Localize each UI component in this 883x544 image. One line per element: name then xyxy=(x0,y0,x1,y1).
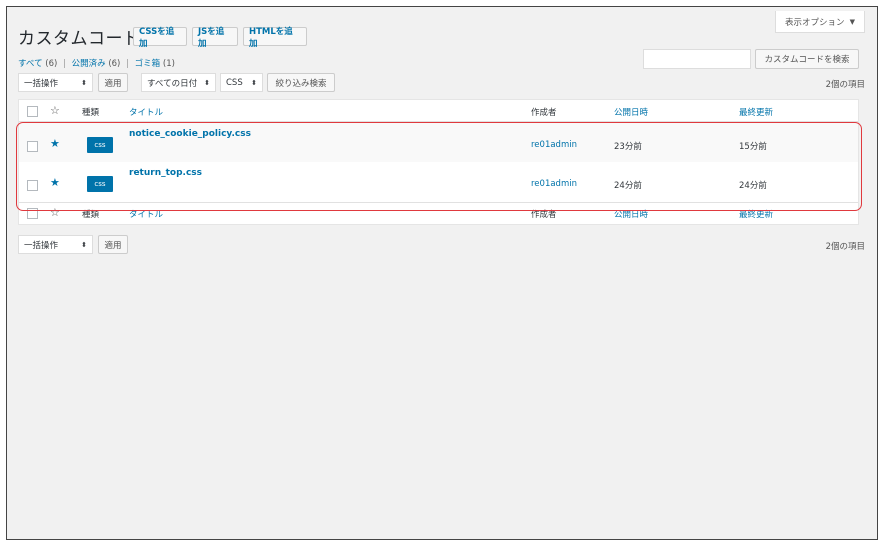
filter-published-count: (6) xyxy=(108,59,121,69)
column-modified[interactable]: 最終更新 xyxy=(739,106,773,118)
css-type-badge: css xyxy=(87,176,113,192)
type-filter-value: CSS xyxy=(226,77,243,88)
column-author: 作成者 xyxy=(531,210,557,220)
column-date[interactable]: 公開日時 xyxy=(614,208,648,220)
status-filter-links: すべて (6) | 公開済み (6) | ゴミ箱 (1) xyxy=(18,57,175,69)
code-title-link[interactable]: return_top.css xyxy=(129,168,202,178)
published-date: 24分前 xyxy=(614,181,642,191)
apply-button-bottom[interactable]: 適用 xyxy=(98,235,128,254)
bulk-action-select-top[interactable]: 一括操作 ⬍ xyxy=(18,73,93,92)
table-footer-row: ☆ 種類 タイトル 作成者 公開日時 最終更新 xyxy=(19,202,858,224)
admin-content: カスタムコード CSSを追加 JSを追加 HTMLを追加 表示オプション ▼ す… xyxy=(6,6,878,540)
type-filter-select[interactable]: CSS ⬍ xyxy=(220,73,263,92)
select-all-checkbox[interactable] xyxy=(27,208,38,219)
filter-trash-link[interactable]: ゴミ箱 xyxy=(135,59,161,69)
filter-trash-count: (1) xyxy=(162,59,175,69)
select-arrows-icon: ⬍ xyxy=(81,78,87,87)
filter-separator: | xyxy=(63,59,66,69)
select-arrows-icon: ⬍ xyxy=(251,78,257,87)
star-outline-icon[interactable]: ☆ xyxy=(50,207,60,218)
row-checkbox[interactable] xyxy=(27,180,38,191)
css-type-badge: css xyxy=(87,137,113,153)
date-filter-select[interactable]: すべての日付 ⬍ xyxy=(141,73,216,92)
add-html-button[interactable]: HTMLを追加 xyxy=(243,27,307,49)
select-all-checkbox[interactable] xyxy=(27,106,38,117)
column-modified[interactable]: 最終更新 xyxy=(739,208,773,220)
star-filled-icon[interactable]: ★ xyxy=(50,177,60,188)
star-outline-icon[interactable]: ☆ xyxy=(50,105,60,116)
published-date: 23分前 xyxy=(614,142,642,152)
search-input[interactable] xyxy=(643,49,751,69)
column-type: 種類 xyxy=(82,108,100,118)
add-js-button[interactable]: JSを追加 xyxy=(192,27,238,49)
filter-all-count: (6) xyxy=(45,59,58,69)
screen-options-button[interactable]: 表示オプション ▼ xyxy=(775,11,865,33)
date-filter-value: すべての日付 xyxy=(147,78,198,89)
items-count-top: 2個の項目 xyxy=(825,80,865,90)
column-author: 作成者 xyxy=(531,108,557,118)
bulk-action-value: 一括操作 xyxy=(24,78,59,89)
modified-date: 24分前 xyxy=(739,181,767,191)
custom-code-table: ☆ 種類 タイトル 作成者 公開日時 最終更新 ★ css notice_coo… xyxy=(18,99,859,225)
caret-down-icon: ▼ xyxy=(849,17,855,26)
filter-published-link[interactable]: 公開済み xyxy=(72,59,106,69)
filter-all-link[interactable]: すべて xyxy=(18,59,43,69)
author-link[interactable]: re01admin xyxy=(531,179,577,189)
author-link[interactable]: re01admin xyxy=(531,140,577,150)
select-arrows-icon: ⬍ xyxy=(81,240,87,249)
code-title-link[interactable]: notice_cookie_policy.css xyxy=(129,129,251,139)
filter-button[interactable]: 絞り込み検索 xyxy=(267,73,335,92)
bulk-action-select-bottom[interactable]: 一括操作 ⬍ xyxy=(18,235,93,254)
apply-button-top[interactable]: 適用 xyxy=(98,73,128,92)
filter-separator: | xyxy=(126,59,129,69)
column-date[interactable]: 公開日時 xyxy=(614,106,648,118)
search-button[interactable]: カスタムコードを検索 xyxy=(755,49,859,69)
select-arrows-icon: ⬍ xyxy=(204,78,210,87)
bulk-action-value: 一括操作 xyxy=(24,240,59,251)
column-type: 種類 xyxy=(82,210,100,220)
table-row: ★ css notice_cookie_policy.css re01admin… xyxy=(19,122,858,162)
add-css-button[interactable]: CSSを追加 xyxy=(133,27,187,49)
modified-date: 15分前 xyxy=(739,142,767,152)
row-checkbox[interactable] xyxy=(27,141,38,152)
table-header-row: ☆ 種類 タイトル 作成者 公開日時 最終更新 xyxy=(19,100,858,122)
items-count-bottom: 2個の項目 xyxy=(825,242,865,252)
screen-options-label: 表示オプション xyxy=(785,17,845,28)
column-title[interactable]: タイトル xyxy=(129,106,163,118)
column-title[interactable]: タイトル xyxy=(129,208,163,220)
star-filled-icon[interactable]: ★ xyxy=(50,138,60,149)
table-row: ★ css return_top.css re01admin 24分前 24分前 xyxy=(19,162,858,202)
page-title: カスタムコード xyxy=(18,29,141,49)
